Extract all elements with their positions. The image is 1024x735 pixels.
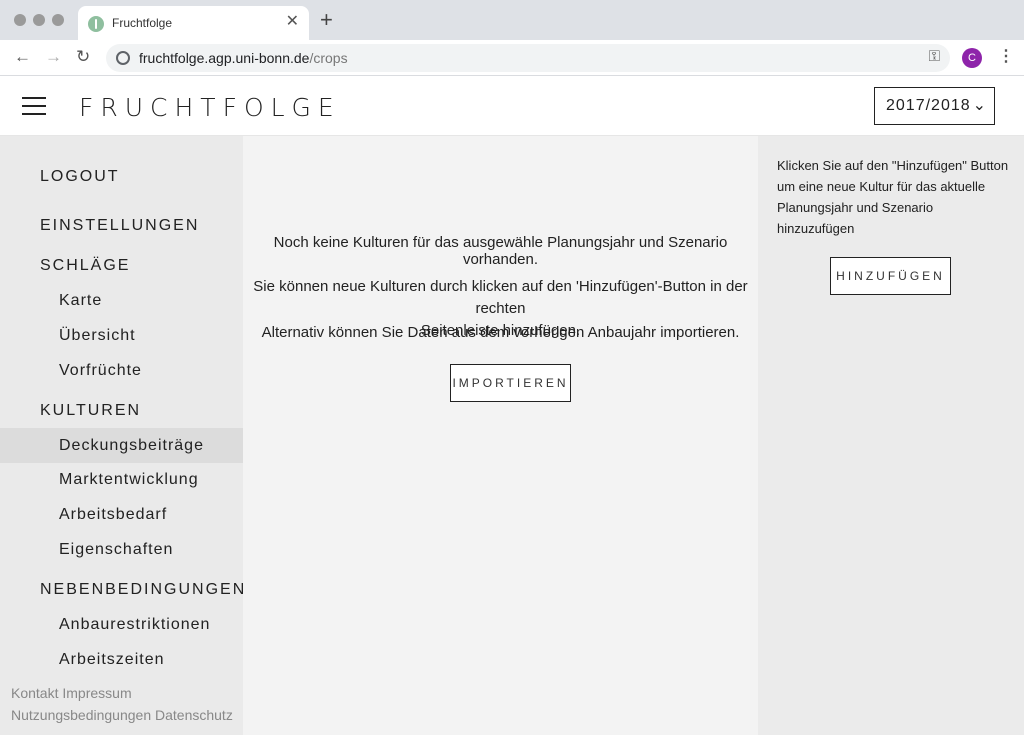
- sidebar-item-marktentwicklung[interactable]: Marktentwicklung: [59, 471, 199, 489]
- sidebar-item-einstellungen[interactable]: EINSTELLUNGEN: [40, 217, 199, 235]
- import-button[interactable]: IMPORTIEREN: [450, 364, 571, 402]
- empty-state-message: Noch keine Kulturen für das ausgewähle P…: [273, 234, 728, 268]
- sidebar-item-anbaurestriktionen[interactable]: Anbaurestriktionen: [59, 616, 210, 634]
- new-tab-icon[interactable]: +: [320, 9, 333, 31]
- add-crop-button[interactable]: HINZUFÜGEN: [830, 257, 951, 295]
- sidebar-item-nebenbedingungen[interactable]: NEBENBEDINGUNGEN: [40, 581, 246, 599]
- footer-links-2[interactable]: Nutzungsbedingungen Datenschutz: [11, 707, 233, 723]
- right-panel-hint: Klicken Sie auf den "Hinzufügen" Button …: [777, 158, 1009, 236]
- url-path: /crops: [309, 50, 348, 66]
- add-hint-line-1: Sie können neue Kulturen durch klicken a…: [253, 278, 748, 317]
- import-hint-message: Alternativ können Sie Daten aus dem vorh…: [261, 324, 740, 341]
- url-text: fruchtfolge.agp.uni-bonn.de/crops: [139, 50, 348, 66]
- sidebar-item-vorfruechte[interactable]: Vorfrüchte: [59, 362, 142, 380]
- footer-links-1[interactable]: Kontakt Impressum: [11, 685, 132, 701]
- sidebar-item-arbeitsbedarf[interactable]: Arbeitsbedarf: [59, 506, 167, 524]
- sidebar-item-schlaege[interactable]: SCHLÄGE: [40, 257, 130, 275]
- browser-tab[interactable]: Fruchtfolge ✕: [78, 6, 309, 40]
- key-icon[interactable]: ⚿: [929, 48, 940, 65]
- back-arrow-icon[interactable]: ←: [14, 47, 31, 67]
- sidebar-item-deckungsbeitraege[interactable]: Deckungsbeiträge: [59, 437, 204, 455]
- sidebar-item-kulturen[interactable]: KULTUREN: [40, 402, 141, 420]
- browser-tab-bar: Fruchtfolge ✕ +: [0, 0, 1024, 40]
- sidebar-item-uebersicht[interactable]: Übersicht: [59, 327, 136, 345]
- hamburger-menu-icon[interactable]: [22, 97, 46, 115]
- window-minimize-dot[interactable]: [33, 14, 45, 26]
- tab-title: Fruchtfolge: [112, 16, 173, 30]
- main-content: Noch keine Kulturen für das ausgewähle P…: [243, 136, 758, 735]
- profile-avatar[interactable]: C: [962, 48, 982, 68]
- window-zoom-dot[interactable]: [52, 14, 64, 26]
- year-select[interactable]: 2017/2018 ⌄: [874, 87, 995, 125]
- reload-icon[interactable]: ↻: [76, 47, 90, 67]
- tab-close-icon[interactable]: ✕: [286, 13, 299, 31]
- brand-logo: FRUCHTFOLGE: [79, 93, 341, 122]
- more-menu-icon[interactable]: ⋮: [998, 46, 1014, 66]
- sidebar-item-arbeitszeiten[interactable]: Arbeitszeiten: [59, 651, 165, 669]
- globe-icon: [116, 51, 130, 65]
- browser-toolbar: ← → ↻ fruchtfolge.agp.uni-bonn.de/crops …: [0, 40, 1024, 76]
- chevron-down-icon: ⌄: [972, 97, 986, 114]
- sidebar-item-eigenschaften[interactable]: Eigenschaften: [59, 541, 173, 559]
- sidebar: LOGOUT EINSTELLUNGEN SCHLÄGE Karte Übers…: [0, 136, 246, 735]
- app-header: FRUCHTFOLGE 2017/2018 ⌄: [0, 77, 1024, 136]
- sidebar-item-karte[interactable]: Karte: [59, 292, 102, 310]
- forward-arrow-icon[interactable]: →: [45, 47, 62, 67]
- year-select-value: 2017/2018: [886, 97, 971, 114]
- window-close-dot[interactable]: [14, 14, 26, 26]
- right-panel: Klicken Sie auf den "Hinzufügen" Button …: [758, 136, 1024, 735]
- favicon-icon: [88, 16, 104, 32]
- address-bar[interactable]: fruchtfolge.agp.uni-bonn.de/crops ⚿: [106, 44, 950, 72]
- url-host: fruchtfolge.agp.uni-bonn.de: [139, 50, 310, 66]
- sidebar-item-logout[interactable]: LOGOUT: [40, 168, 120, 186]
